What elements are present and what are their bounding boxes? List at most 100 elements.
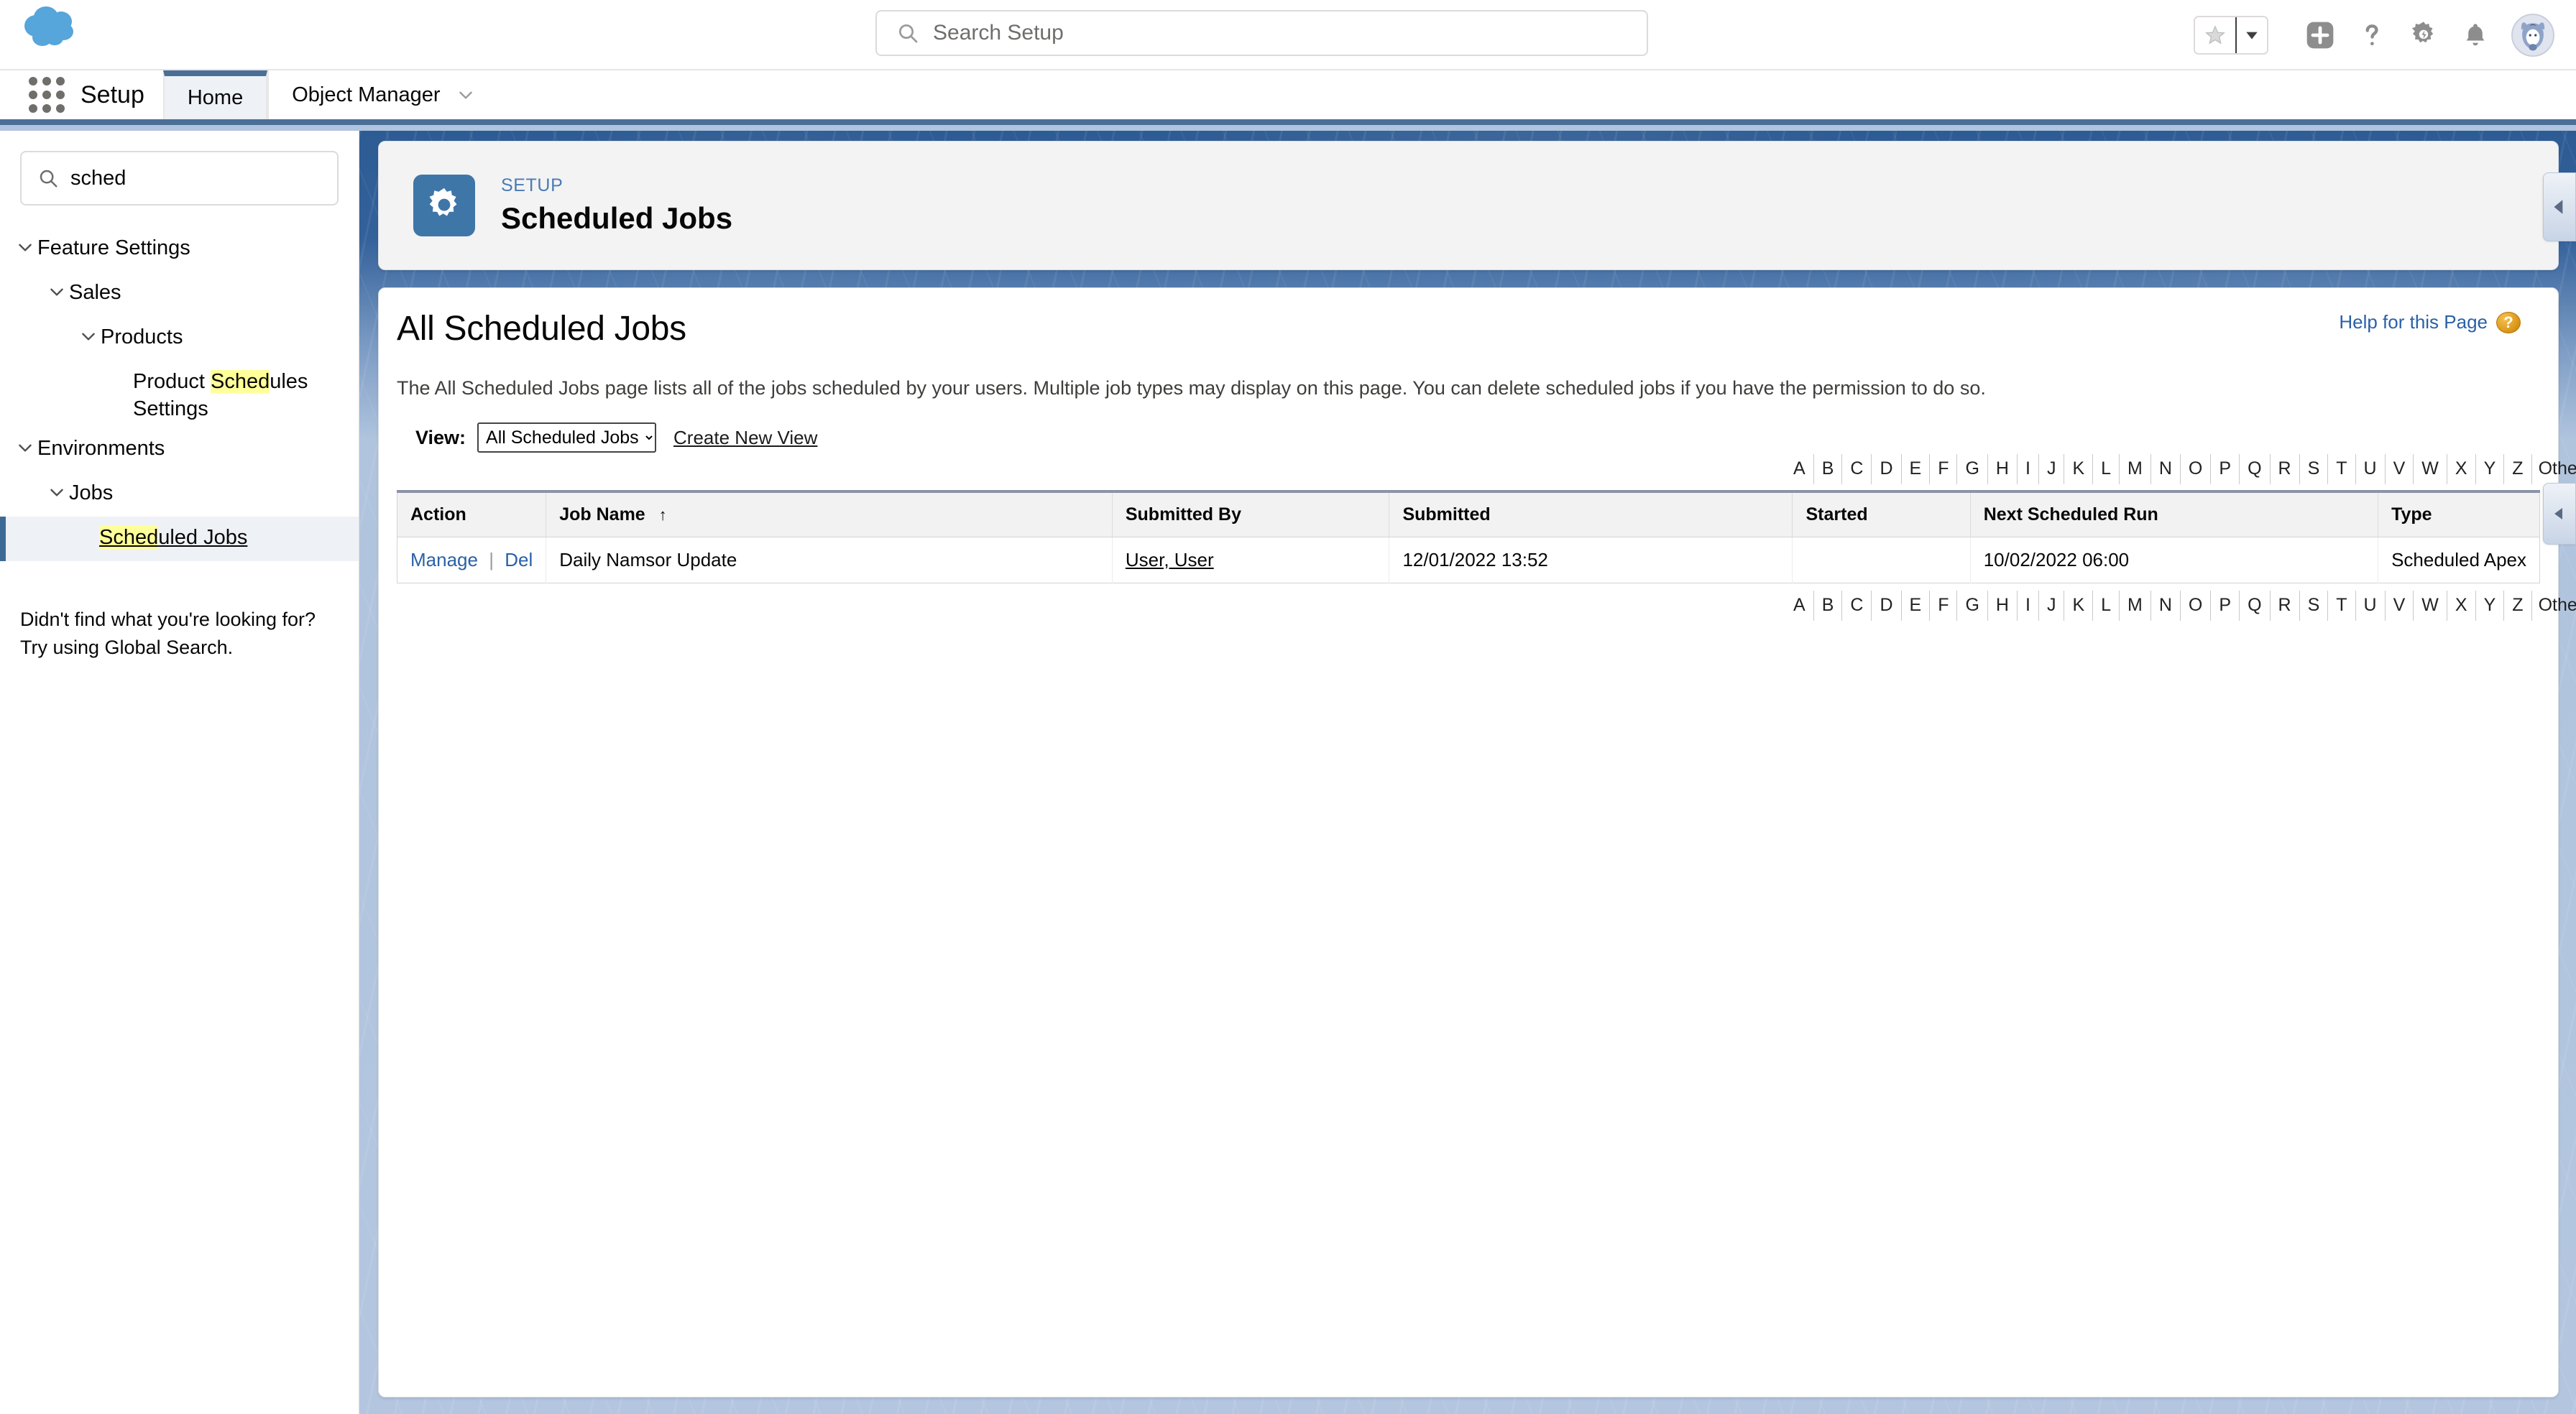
alpha-filter-j[interactable]: J	[2039, 454, 2065, 484]
sidebar-item-products[interactable]: Products	[0, 316, 359, 361]
alpha-filter-x[interactable]: X	[2447, 591, 2476, 621]
alpha-filter-l[interactable]: L	[2093, 454, 2120, 484]
alpha-filter-g[interactable]: G	[1957, 454, 1988, 484]
alpha-filter-w[interactable]: W	[2414, 591, 2447, 621]
alpha-filter-other[interactable]: Other	[2532, 591, 2576, 621]
alpha-filter-v[interactable]: V	[2386, 454, 2414, 484]
alpha-filter-u[interactable]: U	[2356, 454, 2386, 484]
alpha-filter-y[interactable]: Y	[2476, 454, 2505, 484]
search-input[interactable]	[920, 20, 1647, 46]
setup-gear-icon[interactable]	[2398, 9, 2450, 61]
favorite-dropdown-caret-icon[interactable]	[2235, 17, 2267, 53]
user-avatar[interactable]	[2511, 14, 2554, 57]
alpha-filter-a[interactable]: A	[1785, 454, 1814, 484]
tab-home[interactable]: Home	[162, 70, 268, 119]
alpha-filter-other[interactable]: Other	[2532, 454, 2576, 484]
alpha-filter-o[interactable]: O	[2181, 454, 2212, 484]
chevron-down-icon[interactable]	[45, 479, 69, 505]
alpha-filter-u[interactable]: U	[2356, 591, 2386, 621]
chevron-down-icon[interactable]	[76, 323, 101, 349]
alpha-filter-a[interactable]: A	[1785, 591, 1814, 621]
alpha-filter-j[interactable]: J	[2039, 591, 2065, 621]
help-question-badge-icon[interactable]: ?	[2496, 311, 2521, 333]
help-for-this-page-link[interactable]: Help for this Page ?	[2339, 311, 2521, 333]
favorites-group[interactable]	[2194, 16, 2268, 55]
alpha-filter-i[interactable]: I	[2018, 454, 2039, 484]
column-header-next-scheduled-run[interactable]: Next Scheduled Run	[1970, 491, 2379, 537]
alpha-filter-r[interactable]: R	[2271, 591, 2300, 621]
alpha-filter-g[interactable]: G	[1957, 591, 1988, 621]
sidebar-item-sales[interactable]: Sales	[0, 272, 359, 316]
favorite-star-icon[interactable]	[2195, 17, 2235, 53]
sidebar-item-jobs[interactable]: Jobs	[0, 472, 359, 517]
alpha-filter-t[interactable]: T	[2328, 454, 2356, 484]
quick-find-box[interactable]	[20, 151, 343, 205]
chevron-down-icon[interactable]	[13, 234, 37, 260]
alpha-filter-x[interactable]: X	[2447, 454, 2476, 484]
global-actions-plus-icon[interactable]	[2294, 9, 2346, 61]
alpha-filter-r[interactable]: R	[2271, 454, 2300, 484]
column-header-type[interactable]: Type	[2378, 491, 2540, 537]
alpha-filter-l[interactable]: L	[2093, 591, 2120, 621]
alpha-filter-z[interactable]: Z	[2504, 591, 2532, 621]
alpha-filter-p[interactable]: P	[2211, 591, 2240, 621]
column-header-job-name[interactable]: Job Name ↑	[546, 491, 1113, 537]
alpha-filter-m[interactable]: M	[2120, 454, 2151, 484]
app-launcher-waffle-icon[interactable]	[20, 70, 73, 119]
alpha-filter-s[interactable]: S	[2300, 591, 2329, 621]
alpha-filter-h[interactable]: H	[1988, 454, 2018, 484]
delete-link[interactable]: Del	[505, 549, 533, 570]
column-header-submitted-by[interactable]: Submitted By	[1112, 491, 1390, 537]
alpha-filter-m[interactable]: M	[2120, 591, 2151, 621]
alpha-filter-s[interactable]: S	[2300, 454, 2329, 484]
chevron-down-icon[interactable]	[456, 86, 475, 104]
manage-link[interactable]: Manage	[410, 549, 478, 570]
column-header-submitted[interactable]: Submitted	[1389, 491, 1793, 537]
alpha-filter-t[interactable]: T	[2328, 591, 2356, 621]
collapse-header-panel-handle[interactable]	[2543, 172, 2576, 241]
column-header-started[interactable]: Started	[1792, 491, 1971, 537]
alpha-filter-d[interactable]: D	[1872, 591, 1902, 621]
alpha-filter-f[interactable]: F	[1930, 454, 1958, 484]
alpha-filter-e[interactable]: E	[1902, 591, 1931, 621]
alpha-filter-k[interactable]: K	[2064, 454, 2094, 484]
column-header-action[interactable]: Action	[397, 491, 547, 537]
cell-type: Scheduled Apex	[2391, 549, 2526, 570]
alpha-filter-d[interactable]: D	[1872, 454, 1902, 484]
alpha-filter-q[interactable]: Q	[2240, 454, 2271, 484]
alpha-filter-c[interactable]: C	[1842, 591, 1872, 621]
sidebar-item-feature-settings[interactable]: Feature Settings	[0, 227, 359, 272]
alpha-filter-n[interactable]: N	[2151, 591, 2181, 621]
sidebar-item-environments[interactable]: Environments	[0, 428, 359, 472]
quick-find-input[interactable]	[59, 165, 343, 191]
collapse-list-panel-handle[interactable]	[2543, 483, 2576, 545]
alpha-filter-w[interactable]: W	[2414, 454, 2447, 484]
tab-object-manager[interactable]: Object Manager	[267, 70, 497, 119]
alpha-filter-f[interactable]: F	[1930, 591, 1958, 621]
alpha-filter-e[interactable]: E	[1902, 454, 1931, 484]
alpha-filter-i[interactable]: I	[2018, 591, 2039, 621]
create-new-view-link[interactable]: Create New View	[673, 427, 817, 449]
chevron-down-icon[interactable]	[45, 279, 69, 305]
alpha-filter-v[interactable]: V	[2386, 591, 2414, 621]
alpha-filter-b[interactable]: B	[1814, 454, 1843, 484]
global-search-box[interactable]	[875, 10, 1648, 56]
chevron-down-icon[interactable]	[13, 435, 37, 461]
alpha-filter-y[interactable]: Y	[2476, 591, 2505, 621]
alpha-filter-b[interactable]: B	[1814, 591, 1843, 621]
sidebar-item-scheduled-jobs[interactable]: Scheduled Jobs	[0, 516, 359, 561]
alpha-filter-p[interactable]: P	[2211, 454, 2240, 484]
sidebar-item-product-schedules-settings[interactable]: Product Schedules Settings	[0, 361, 359, 428]
help-question-icon[interactable]	[2346, 9, 2398, 61]
alpha-filter-n[interactable]: N	[2151, 454, 2181, 484]
alpha-filter-c[interactable]: C	[1842, 454, 1872, 484]
alpha-filter-z[interactable]: Z	[2504, 454, 2532, 484]
alpha-filter-h[interactable]: H	[1988, 591, 2018, 621]
submitted-by-link[interactable]: User, User	[1126, 549, 1214, 570]
view-select[interactable]: All Scheduled Jobs	[477, 422, 657, 453]
salesforce-cloud-logo[interactable]	[22, 6, 85, 50]
notifications-bell-icon[interactable]	[2450, 9, 2501, 61]
alpha-filter-o[interactable]: O	[2181, 591, 2212, 621]
alpha-filter-q[interactable]: Q	[2240, 591, 2271, 621]
alpha-filter-k[interactable]: K	[2064, 591, 2094, 621]
